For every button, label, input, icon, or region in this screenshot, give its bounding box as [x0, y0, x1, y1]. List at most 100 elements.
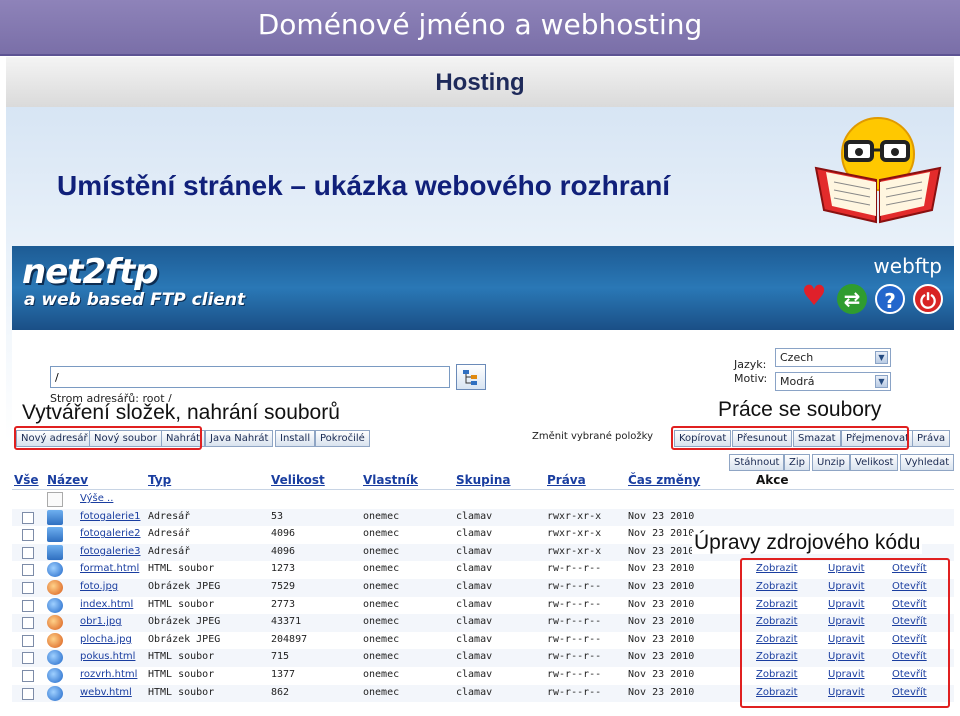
cell-group: clamav — [456, 651, 493, 663]
cell-name[interactable]: index.html — [80, 599, 133, 610]
cell-group: clamav — [456, 633, 493, 645]
col-owner[interactable]: Vlastník — [363, 473, 418, 487]
cell-owner: onemec — [363, 545, 400, 557]
search-button[interactable]: Vyhledat — [900, 454, 955, 471]
html-file-icon — [47, 685, 63, 701]
permissions-button[interactable]: Práva — [912, 430, 951, 447]
tree-icon — [463, 370, 477, 385]
cell-type: Obrázek JPEG — [148, 581, 221, 592]
slide-title: Doménové jméno a webhosting — [257, 8, 703, 41]
cell-type: HTML soubor — [148, 563, 215, 575]
reading-smiley-icon — [814, 117, 942, 224]
col-name[interactable]: Název — [47, 473, 88, 487]
cell-date: Nov 23 2010 — [628, 633, 695, 645]
java-upload-button[interactable]: Java Nahrát — [205, 430, 274, 447]
up-directory-link[interactable]: Výše .. — [80, 493, 113, 504]
col-modified[interactable]: Čas změny — [628, 473, 700, 487]
cell-type: HTML soubor — [148, 686, 215, 698]
slide-subheader: Hosting — [6, 57, 954, 107]
row-checkbox[interactable] — [22, 599, 34, 612]
html-file-icon — [47, 562, 63, 578]
row-checkbox[interactable] — [22, 564, 34, 577]
cell-name[interactable]: fotogalerie3 — [80, 546, 141, 557]
col-type[interactable]: Typ — [148, 473, 171, 487]
heart-icon[interactable]: ♥ — [799, 282, 829, 312]
annotation-source-editing: Úpravy zdrojového kódu — [692, 531, 923, 554]
net2ftp-screenshot: net2ftp a web based FTP client webftp ♥ … — [12, 246, 955, 708]
cell-type: Adresář — [148, 545, 191, 557]
cell-perms: rw-r--r-- — [547, 633, 602, 645]
path-input[interactable] — [50, 366, 450, 388]
annotation-file-operations: Práce se soubory — [716, 398, 884, 421]
cell-name[interactable]: fotogalerie1 — [80, 511, 141, 522]
up-directory-icon — [47, 492, 63, 507]
col-permissions[interactable]: Práva — [547, 473, 586, 487]
cell-size: 1377 — [271, 669, 296, 680]
cell-name[interactable]: foto.jpg — [80, 581, 118, 592]
cell-name[interactable]: fotogalerie2 — [80, 528, 141, 539]
help-icon[interactable]: ? — [875, 284, 905, 314]
cell-type: Obrázek JPEG — [148, 633, 221, 645]
chevron-down-icon: ▼ — [875, 351, 888, 364]
cell-date: Nov 23 2010 — [628, 545, 695, 557]
refresh-icon[interactable]: ⇄ — [837, 284, 867, 314]
power-icon[interactable]: ⏻ — [913, 284, 943, 314]
cell-size: 7529 — [271, 581, 296, 592]
tree-view-button[interactable] — [456, 364, 486, 390]
change-selected-label: Změnit vybrané položky — [532, 431, 654, 442]
cell-size: 1273 — [271, 563, 296, 575]
cell-group: clamav — [456, 528, 493, 540]
row-checkbox[interactable] — [22, 617, 34, 630]
cell-name[interactable]: obr1.jpg — [80, 616, 122, 627]
cell-group: clamav — [456, 510, 493, 522]
cell-group: clamav — [456, 563, 493, 575]
cell-date: Nov 23 2010 — [628, 510, 695, 522]
row-checkbox[interactable] — [22, 529, 34, 542]
cell-name[interactable]: plocha.jpg — [80, 634, 132, 645]
cell-date: Nov 23 2010 — [628, 581, 695, 592]
col-all[interactable]: Vše — [14, 473, 39, 487]
html-file-icon — [47, 650, 63, 666]
row-checkbox[interactable] — [22, 582, 34, 594]
theme-select[interactable]: Modrá ▼ — [775, 372, 891, 391]
cell-owner: onemec — [363, 669, 400, 680]
row-checkbox[interactable] — [22, 670, 34, 682]
row-checkbox[interactable] — [22, 511, 34, 524]
cell-group: clamav — [456, 616, 493, 628]
unzip-button[interactable]: Unzip — [812, 454, 851, 471]
cell-size: 43371 — [271, 616, 302, 628]
row-checkbox[interactable] — [22, 687, 34, 700]
zip-button[interactable]: Zip — [784, 454, 810, 471]
cell-name[interactable]: format.html — [80, 563, 139, 574]
col-size[interactable]: Velikost — [271, 473, 325, 487]
image-file-icon — [47, 615, 63, 631]
cell-date: Nov 23 2010 — [628, 686, 695, 698]
cell-size: 53 — [271, 510, 284, 522]
annotation-folders-upload: Vytváření složek, nahrání souborů — [20, 401, 342, 424]
size-button[interactable]: Velikost — [850, 454, 899, 471]
cell-perms: rw-r--r-- — [547, 598, 602, 610]
cell-perms: rw-r--r-- — [547, 669, 602, 680]
download-button[interactable]: Stáhnout — [729, 454, 785, 471]
cell-size: 4096 — [271, 545, 296, 557]
slide-subtitle: Hosting — [435, 69, 525, 96]
row-checkbox[interactable] — [22, 546, 34, 559]
html-file-icon — [47, 668, 63, 683]
file-table-header: Vše Název Typ Velikost Vlastník Skupina … — [12, 472, 954, 490]
row-checkbox[interactable] — [22, 634, 34, 647]
cell-name[interactable]: rozvrh.html — [80, 669, 137, 680]
advanced-button[interactable]: Pokročilé — [315, 430, 370, 447]
col-group[interactable]: Skupina — [456, 473, 511, 487]
cell-group: clamav — [456, 598, 493, 610]
cell-name[interactable]: pokus.html — [80, 651, 135, 662]
cell-type: HTML soubor — [148, 669, 215, 680]
install-button[interactable]: Install — [275, 430, 316, 447]
row-checkbox[interactable] — [22, 652, 34, 665]
highlight-box-left — [14, 426, 202, 450]
cell-name[interactable]: webv.html — [80, 687, 132, 698]
cell-group: clamav — [456, 669, 493, 680]
cell-size: 2773 — [271, 598, 296, 610]
cell-date: Nov 23 2010 — [628, 616, 695, 628]
language-select[interactable]: Czech ▼ — [775, 348, 891, 367]
cell-size: 4096 — [271, 528, 296, 540]
